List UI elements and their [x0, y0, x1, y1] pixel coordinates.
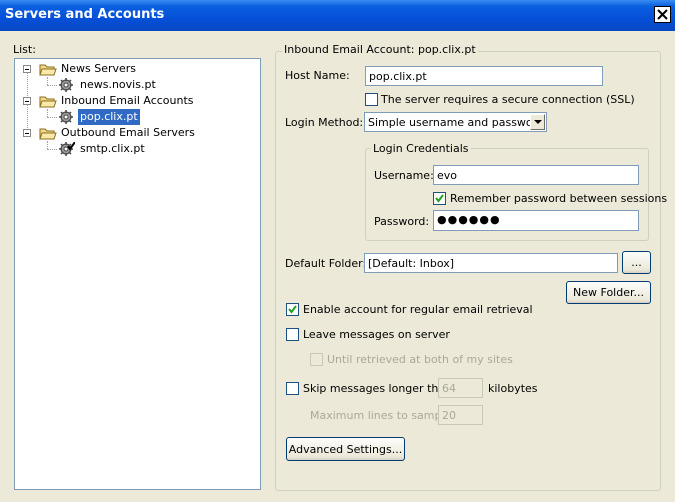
enable-account-label: Enable account for regular email retriev… [303, 303, 533, 316]
close-button[interactable] [654, 6, 671, 23]
checkmark-icon [435, 194, 444, 203]
login-method-value: Simple username and password [368, 116, 544, 129]
default-server-gear-icon [59, 142, 75, 156]
collapse-icon[interactable] [23, 97, 31, 105]
default-folder-label: Default Folder: [285, 257, 367, 270]
username-label: Username: [374, 169, 434, 182]
ssl-checkbox[interactable] [365, 93, 378, 106]
folder-open-icon [39, 64, 57, 76]
kilobytes-label: kilobytes [488, 382, 538, 395]
password-input[interactable]: ●●●●●● [433, 210, 639, 231]
default-folder-input[interactable] [364, 253, 618, 273]
remember-password-label: Remember password between sessions [450, 192, 668, 205]
skip-messages-checkbox[interactable] [286, 382, 299, 395]
skip-size-input[interactable] [438, 378, 483, 398]
skip-messages-label: Skip messages longer than [303, 382, 453, 395]
tree-item-label-selected: pop.clix.pt [78, 109, 140, 125]
tree-item-pop-clix[interactable]: pop.clix.pt [15, 109, 255, 125]
collapse-icon[interactable] [23, 129, 31, 137]
collapse-icon[interactable] [23, 65, 31, 73]
list-label: List: [13, 43, 36, 56]
account-group-title: Inbound Email Account: pop.clix.pt [282, 43, 478, 56]
ssl-label: The server requires a secure connection … [381, 93, 635, 106]
new-folder-button[interactable]: New Folder... [566, 281, 651, 304]
tree-item-label: smtp.clix.pt [80, 142, 145, 155]
remember-password-checkbox[interactable] [433, 192, 446, 205]
tree-item-news-novis[interactable]: news.novis.pt [15, 77, 255, 93]
folder-open-icon [39, 96, 57, 108]
login-method-select[interactable]: Simple username and password [364, 112, 547, 132]
until-retrieved-label: Until retrieved at both of my sites [327, 353, 513, 366]
enable-account-checkbox[interactable] [286, 303, 299, 316]
login-method-label: Login Method: [285, 116, 364, 129]
checkmark-icon [288, 305, 297, 314]
tree-item-label: news.novis.pt [80, 78, 156, 91]
password-label: Password: [374, 215, 430, 228]
server-gear-icon [59, 110, 73, 124]
browse-folder-button[interactable]: ... [622, 251, 651, 274]
host-name-input[interactable] [365, 66, 603, 86]
host-name-label: Host Name: [285, 69, 350, 82]
username-input[interactable] [433, 165, 639, 185]
close-icon [657, 9, 668, 20]
folder-open-icon [39, 128, 57, 140]
tree-item-label: Inbound Email Accounts [61, 94, 194, 107]
tree-item-label: Outbound Email Servers [61, 126, 195, 139]
max-lines-label: Maximum lines to sample: [310, 409, 456, 422]
leave-messages-label: Leave messages on server [303, 328, 450, 341]
server-tree[interactable]: News Servers news.novis.pt Inbound Email… [14, 58, 261, 490]
tree-item-news-servers[interactable]: News Servers [15, 61, 255, 77]
max-lines-input[interactable] [438, 405, 483, 425]
tree-item-label: News Servers [61, 62, 137, 75]
leave-messages-checkbox[interactable] [286, 328, 299, 341]
tree-item-outbound-servers[interactable]: Outbound Email Servers [15, 125, 255, 141]
dropdown-arrow-icon[interactable] [530, 114, 545, 130]
server-gear-icon [59, 78, 73, 92]
until-retrieved-checkbox[interactable] [310, 353, 323, 366]
login-credentials-title: Login Credentials [371, 142, 471, 155]
tree-item-inbound-accounts[interactable]: Inbound Email Accounts [15, 93, 255, 109]
tree-item-smtp-clix[interactable]: smtp.clix.pt [15, 141, 255, 157]
advanced-settings-button[interactable]: Advanced Settings... [286, 437, 405, 461]
window-title: Servers and Accounts [5, 7, 165, 22]
